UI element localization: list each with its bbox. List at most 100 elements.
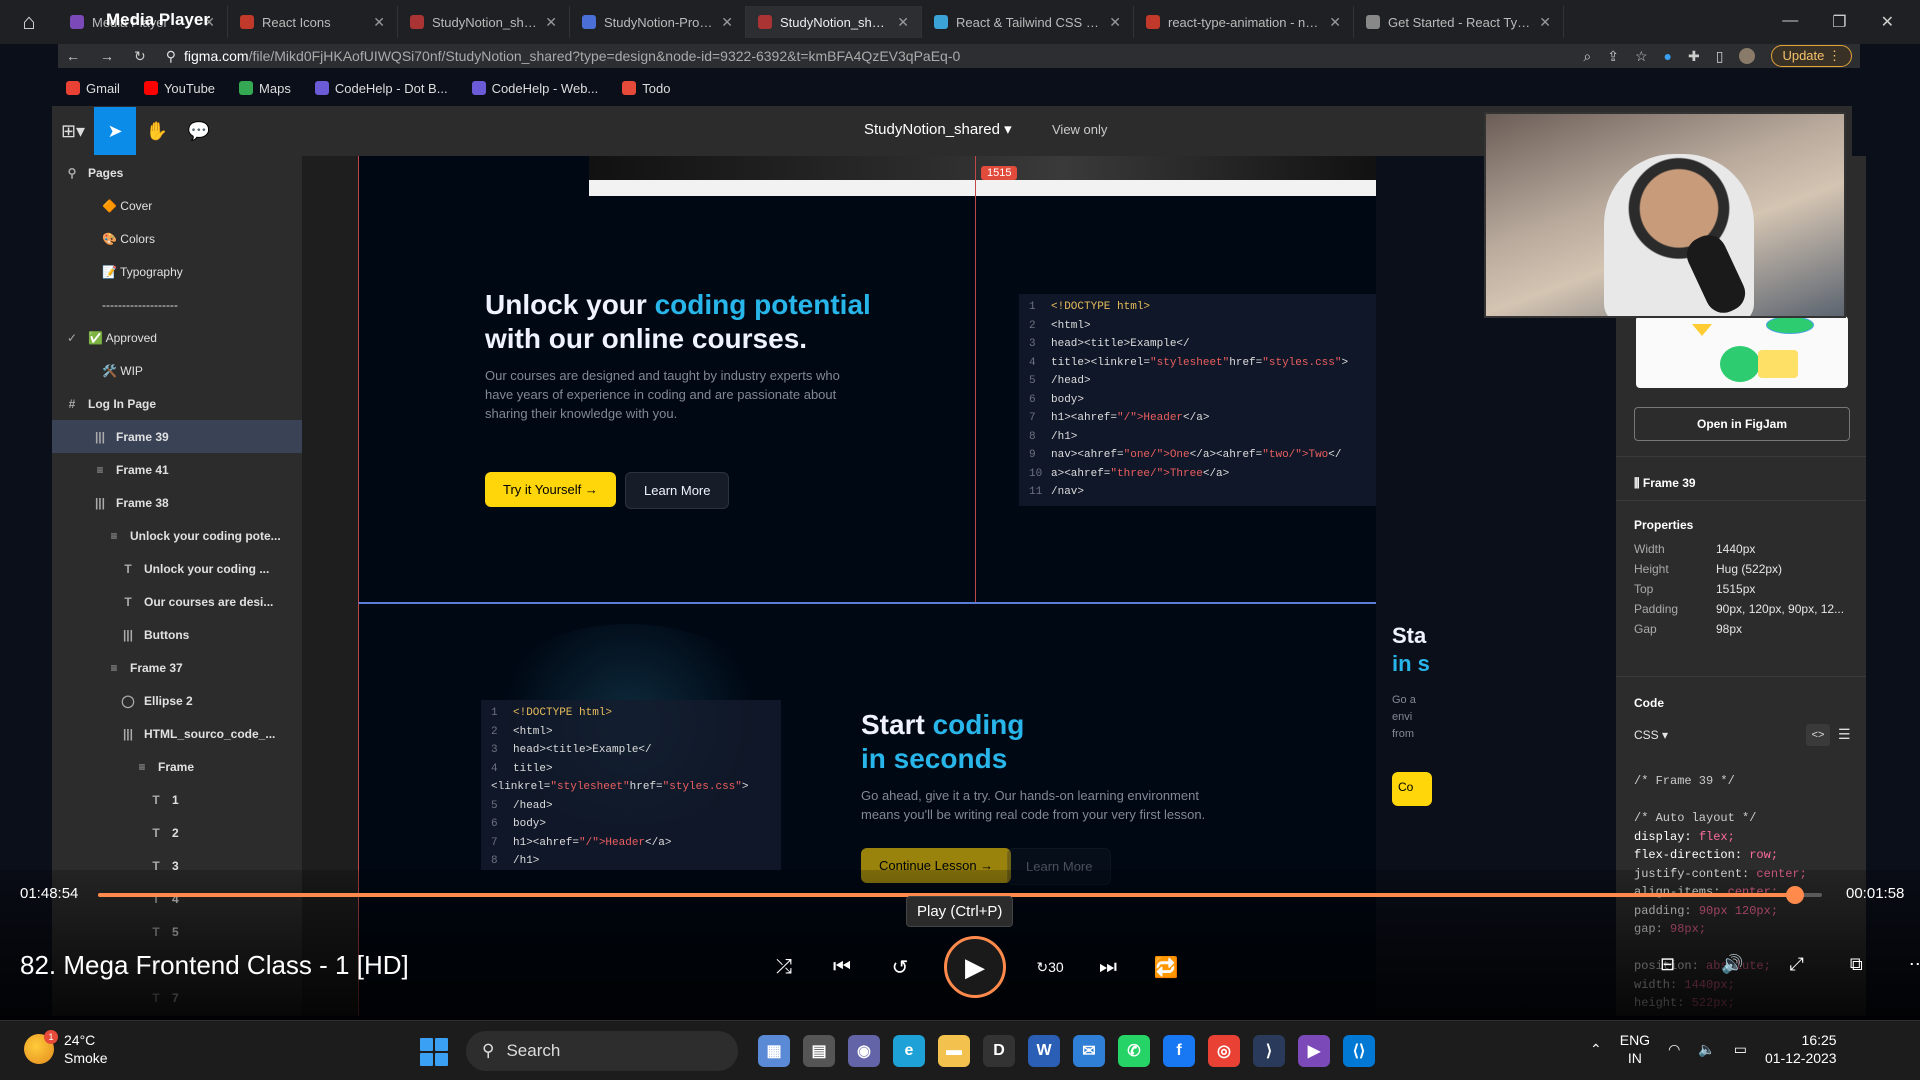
extension-drop-icon[interactable]: ● — [1664, 48, 1672, 64]
layer-row[interactable]: ≡ Frame — [52, 750, 302, 783]
repeat-icon[interactable]: 🔁 — [1152, 953, 1180, 981]
layer-row[interactable]: ≡ Frame 37 — [52, 651, 302, 684]
layer-row[interactable]: T2 — [52, 816, 302, 849]
back-icon[interactable]: ← — [66, 48, 80, 64]
open-in-figjam-button[interactable]: Open in FigJam — [1634, 407, 1850, 441]
tab-close-icon[interactable]: ✕ — [721, 14, 733, 31]
word-app-icon[interactable]: W — [1028, 1035, 1060, 1067]
code-view-icon[interactable]: <> — [1806, 724, 1830, 746]
update-button[interactable]: Update ⋮ — [1771, 45, 1852, 67]
tab-close-icon[interactable]: ✕ — [1109, 14, 1121, 31]
file-explorer-app-icon[interactable]: ▤ — [803, 1035, 835, 1067]
tab-close-icon[interactable]: ✕ — [545, 14, 557, 31]
browser-tab[interactable]: React & Tailwind CSS Starte ✕ — [922, 6, 1134, 38]
layer-row[interactable]: ||| Frame 39 — [52, 420, 302, 453]
hand-tool-icon[interactable]: ✋ — [136, 107, 178, 155]
tab-close-icon[interactable]: ✕ — [1329, 14, 1341, 31]
bookmark-item[interactable]: CodeHelp - Dot B... — [314, 81, 448, 96]
layer-row[interactable]: ⚲ Pages — [52, 156, 302, 189]
browser-tab[interactable]: StudyNotion_shared (Copy) ✕ — [398, 6, 570, 38]
bookmark-item[interactable]: CodeHelp - Web... — [471, 81, 598, 96]
layer-row[interactable]: 🛠️ WIP — [52, 354, 302, 387]
previous-icon[interactable]: ⏮ — [828, 953, 856, 981]
layer-row[interactable]: 📝 Typography — [52, 255, 302, 288]
chevron-up-icon[interactable]: ⌃ — [1590, 1041, 1602, 1058]
layer-row[interactable]: # Log In Page — [52, 387, 302, 420]
subtitles-icon[interactable]: ⊟ — [1660, 954, 1675, 975]
tab-close-icon[interactable]: ✕ — [897, 14, 909, 31]
folder-app-icon[interactable]: ▬ — [938, 1035, 970, 1067]
comment-tool-icon[interactable]: 💬 — [178, 107, 220, 155]
browser-tab[interactable]: react-type-animation - npm ✕ — [1134, 6, 1354, 38]
terminal-app-icon[interactable]: ⟩ — [1253, 1035, 1285, 1067]
bookmark-star-icon[interactable]: ☆ — [1635, 48, 1648, 65]
site-info-icon[interactable]: ⚲ — [166, 48, 176, 65]
sidebar-icon[interactable]: ▯ — [1716, 48, 1724, 65]
wifi-icon[interactable]: ◠ — [1668, 1041, 1680, 1058]
clock[interactable]: 16:25 01-12-2023 — [1765, 1031, 1837, 1067]
list-view-icon[interactable]: ☰ — [1838, 726, 1851, 743]
tab-close-icon[interactable]: ✕ — [1539, 14, 1551, 31]
layer-row[interactable]: 🎨 Colors — [52, 222, 302, 255]
edge-app-icon[interactable]: e — [893, 1035, 925, 1067]
tab-close-icon[interactable]: ✕ — [373, 14, 385, 31]
move-tool-icon[interactable]: ➤ — [94, 107, 136, 155]
start-button[interactable] — [420, 1038, 448, 1066]
layer-row[interactable]: ≡ Unlock your coding pote... — [52, 519, 302, 552]
layer-row[interactable]: T Unlock your coding ... — [52, 552, 302, 585]
language-indicator[interactable]: ENG IN — [1620, 1031, 1650, 1067]
media-player-app-icon[interactable]: ▶ — [1298, 1035, 1330, 1067]
learn-more-button[interactable]: Learn More — [625, 472, 730, 509]
next-icon[interactable]: ⏭ — [1094, 953, 1122, 981]
browser-tab[interactable]: StudyNotion-Project Descri ✕ — [570, 6, 746, 38]
home-icon[interactable]: ⌂ — [0, 0, 58, 44]
bookmark-item[interactable]: Maps — [239, 81, 291, 96]
weather-widget[interactable]: 1 24°C Smoke — [24, 1030, 108, 1067]
reload-icon[interactable]: ↻ — [134, 48, 146, 65]
file-title[interactable]: StudyNotion_shared ▾ — [864, 120, 1012, 138]
bookmark-item[interactable]: YouTube — [143, 81, 215, 96]
share-icon[interactable]: ⇪ — [1607, 48, 1619, 65]
teams-app-icon[interactable]: ◉ — [848, 1035, 880, 1067]
mail-app-icon[interactable]: ✉ — [1073, 1035, 1105, 1067]
fullscreen-icon[interactable]: ⤢ — [1790, 954, 1804, 975]
try-it-yourself-button[interactable]: Try it Yourself → — [485, 472, 616, 507]
layer-row[interactable]: ||| Buttons — [52, 618, 302, 651]
play-button[interactable]: ▶ — [944, 936, 1006, 998]
more-options-icon[interactable]: ⋯ — [1909, 954, 1920, 975]
restore-icon[interactable]: ❐ — [1832, 12, 1846, 32]
browser-tab[interactable]: React Icons ✕ — [228, 6, 398, 38]
vscode-app-icon[interactable]: ⟨⟩ — [1343, 1035, 1375, 1067]
layer-row[interactable]: ≡ Frame 41 — [52, 453, 302, 486]
layer-row[interactable]: 🔶 Cover — [52, 189, 302, 222]
browser-tab[interactable]: StudyNotion_shared – Figm ✕ — [746, 6, 922, 38]
bookmark-item[interactable]: Gmail — [66, 81, 120, 96]
mini-player-icon[interactable]: ⧉ — [1850, 954, 1863, 975]
forward-icon[interactable]: → — [100, 48, 114, 64]
layer-row[interactable]: ◯ Ellipse 2 — [52, 684, 302, 717]
layer-row[interactable]: T1 — [52, 783, 302, 816]
speaker-icon[interactable]: 🔈 — [1698, 1041, 1715, 1058]
close-window-icon[interactable]: ✕ — [1881, 12, 1894, 32]
frame-38[interactable]: 1515 Unlock your coding potential with o… — [358, 156, 1480, 602]
rewind-10-icon[interactable]: ↺ — [886, 953, 914, 981]
layer-row[interactable]: ------------------- — [52, 288, 302, 321]
layer-row[interactable]: ||| Frame 38 — [52, 486, 302, 519]
url-field[interactable]: ⚲ figma.com/file/Mikd0FjHKAofUIWQSi70nf/… — [166, 48, 1564, 65]
shuffle-icon[interactable]: ⤮ — [770, 953, 798, 981]
dell-app-icon[interactable]: D — [983, 1035, 1015, 1067]
volume-icon[interactable]: 🔊 — [1721, 954, 1743, 975]
code-language-select[interactable]: CSS ▾ — [1634, 728, 1668, 742]
layer-row[interactable]: ✓ ✅ Approved — [52, 321, 302, 354]
layer-row[interactable]: ||| HTML_sourco_code_... — [52, 717, 302, 750]
whatsapp-app-icon[interactable]: ✆ — [1118, 1035, 1150, 1067]
forward-30-icon[interactable]: ↻ 30 — [1036, 953, 1064, 981]
seek-bar-handle[interactable] — [1785, 886, 1804, 904]
minimize-icon[interactable]: — — [1782, 12, 1798, 32]
widgets-app-icon[interactable]: ▦ — [758, 1035, 790, 1067]
zoom-icon[interactable]: ⌕ — [1583, 48, 1591, 65]
profile-avatar[interactable] — [1739, 48, 1756, 64]
browser-tab[interactable]: Get Started - React Type An ✕ — [1354, 6, 1564, 38]
figma-menu-icon[interactable]: ⊞▾ — [52, 107, 94, 155]
chrome-app-icon[interactable]: ◎ — [1208, 1035, 1240, 1067]
